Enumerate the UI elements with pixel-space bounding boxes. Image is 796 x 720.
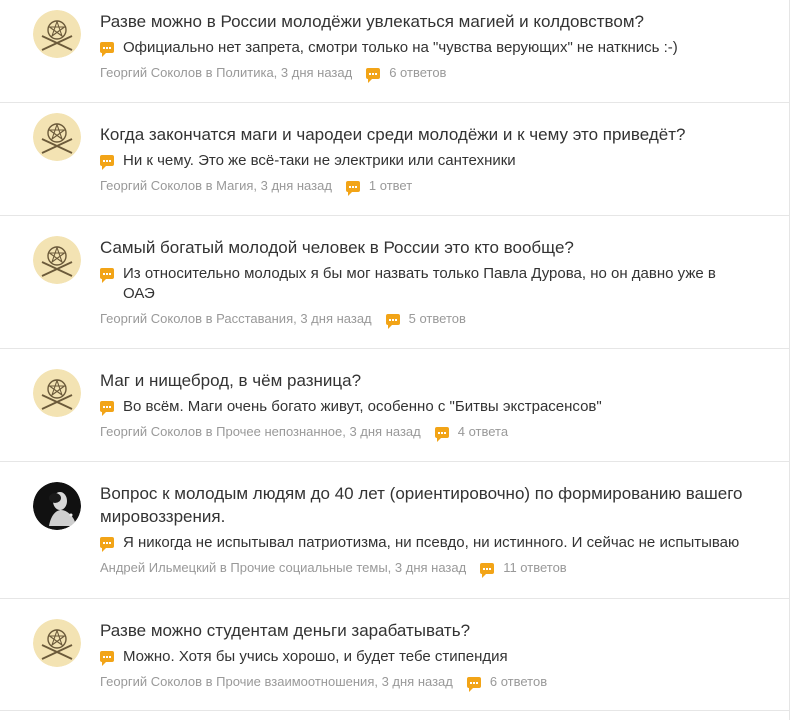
question-meta: Георгий Соколов в Политика, 3 дня назад … — [100, 64, 749, 83]
answer-text: Во всём. Маги очень богато живут, особен… — [123, 398, 602, 415]
question-meta: Георгий Соколов в Магия, 3 дня назад 1 о… — [100, 177, 749, 196]
answer-bubble-icon — [100, 155, 114, 170]
replies-count[interactable]: 11 ответов — [503, 559, 567, 577]
question-title[interactable]: Когда закончатся маги и чародеи среди мо… — [100, 123, 749, 146]
list-item[interactable]: Разве можно студентам деньги зарабатыват… — [0, 599, 789, 711]
question-title[interactable]: Самый богатый молодой человек в России э… — [100, 236, 749, 259]
replies-count[interactable]: 4 ответа — [458, 423, 508, 441]
question-feed: Разве можно в России молодёжи увлекаться… — [0, 0, 790, 720]
list-item[interactable]: Вопрос к молодым людям до 40 лет (ориент… — [0, 462, 789, 599]
replies-count[interactable]: 6 ответов — [389, 64, 446, 82]
comments-icon — [385, 313, 400, 329]
pentagram-avatar[interactable] — [33, 10, 81, 58]
answer-preview[interactable]: Из относительно молодых я бы мог назвать… — [100, 264, 749, 304]
list-item[interactable]: Когда закончатся маги и чародеи среди мо… — [0, 103, 789, 216]
author-category-time[interactable]: Георгий Соколов в Прочие взаимоотношения… — [100, 673, 453, 691]
answer-bubble-icon — [100, 268, 114, 283]
answer-text: Официально нет запрета, смотри только на… — [123, 39, 678, 56]
answer-text: Я никогда не испытывал патриотизма, ни п… — [123, 534, 740, 551]
answer-text: Ни к чему. Это же всё-таки не электрики … — [123, 152, 516, 169]
answer-preview[interactable]: Официально нет запрета, смотри только на… — [100, 38, 749, 58]
photo-avatar[interactable] — [33, 482, 81, 530]
question-title[interactable]: Вопрос к молодым людям до 40 лет (ориент… — [100, 482, 749, 528]
question-title[interactable]: Разве можно в России молодёжи увлекаться… — [100, 10, 749, 33]
replies-count[interactable]: 6 ответов — [490, 673, 547, 691]
list-item[interactable]: Разве можно в России молодёжи увлекаться… — [0, 0, 789, 103]
comments-icon — [366, 67, 381, 83]
question-title[interactable]: Маг и нищеброд, в чём разница? — [100, 369, 749, 392]
pentagram-avatar[interactable] — [33, 113, 81, 161]
answer-bubble-icon — [100, 401, 114, 416]
answer-text: Из относительно молодых я бы мог назвать… — [123, 265, 716, 302]
answer-bubble-icon — [100, 537, 114, 552]
author-category-time[interactable]: Георгий Соколов в Расставания, 3 дня наз… — [100, 310, 372, 328]
replies-count[interactable]: 1 ответ — [369, 177, 412, 195]
comments-icon — [480, 562, 495, 578]
question-meta: Андрей Ильмецкий в Прочие социальные тем… — [100, 559, 749, 578]
pentagram-avatar[interactable] — [33, 619, 81, 667]
comments-icon — [466, 676, 481, 692]
answer-preview[interactable]: Я никогда не испытывал патриотизма, ни п… — [100, 533, 749, 553]
replies-count[interactable]: 5 ответов — [409, 310, 466, 328]
question-meta: Георгий Соколов в Расставания, 3 дня наз… — [100, 310, 749, 329]
pentagram-avatar[interactable] — [33, 236, 81, 284]
question-meta: Георгий Соколов в Прочие взаимоотношения… — [100, 673, 749, 692]
answer-preview[interactable]: Во всём. Маги очень богато живут, особен… — [100, 397, 749, 417]
pentagram-avatar[interactable] — [33, 369, 81, 417]
answer-preview[interactable]: Можно. Хотя бы учись хорошо, и будет теб… — [100, 647, 749, 667]
comments-icon — [434, 426, 449, 442]
answer-text: Можно. Хотя бы учись хорошо, и будет теб… — [123, 648, 508, 665]
answer-bubble-icon — [100, 42, 114, 57]
author-category-time[interactable]: Георгий Соколов в Магия, 3 дня назад — [100, 177, 332, 195]
author-category-time[interactable]: Георгий Соколов в Политика, 3 дня назад — [100, 64, 352, 82]
author-category-time[interactable]: Андрей Ильмецкий в Прочие социальные тем… — [100, 559, 466, 577]
question-meta: Георгий Соколов в Прочее непознанное, 3 … — [100, 423, 749, 442]
question-title[interactable]: Разве можно студентам деньги зарабатыват… — [100, 619, 749, 642]
list-item[interactable]: Самый богатый молодой человек в России э… — [0, 216, 789, 349]
list-item[interactable]: Маг и нищеброд, в чём разница? Во всём. … — [0, 349, 789, 462]
author-category-time[interactable]: Георгий Соколов в Прочее непознанное, 3 … — [100, 423, 421, 441]
answer-bubble-icon — [100, 651, 114, 666]
comments-icon — [345, 180, 360, 196]
answer-preview[interactable]: Ни к чему. Это же всё-таки не электрики … — [100, 151, 749, 171]
